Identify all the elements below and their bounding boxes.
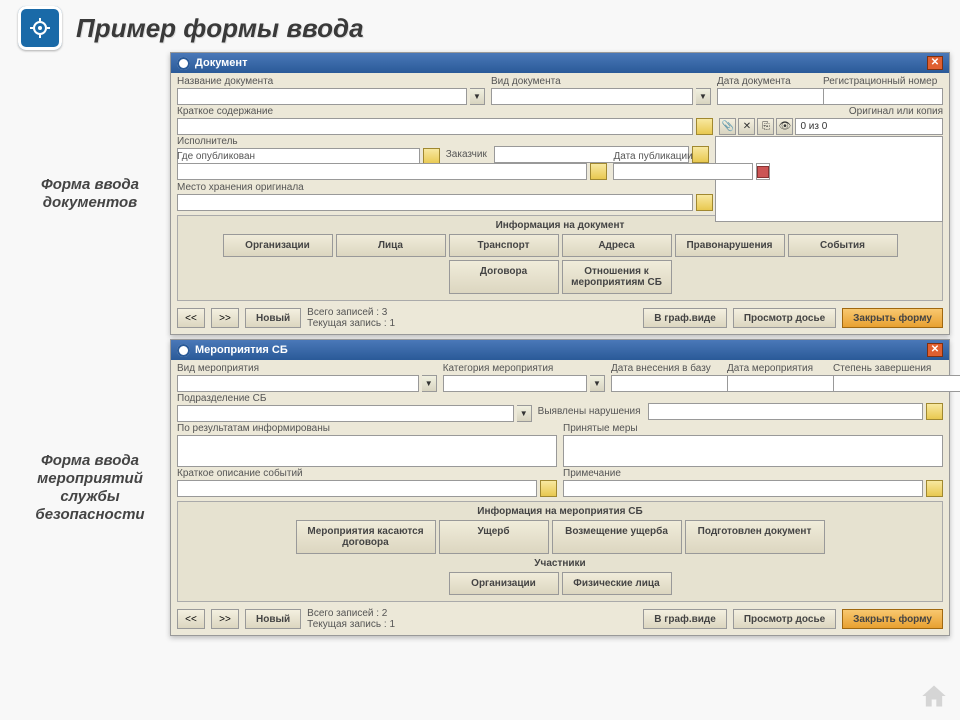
window-title: Мероприятия СБ [195, 344, 288, 356]
view-icon[interactable]: 👁 [776, 118, 793, 135]
new-button[interactable]: Новый [245, 609, 301, 629]
label-pub-date: Дата публикации [613, 151, 713, 163]
close-form-button[interactable]: Закрыть форму [842, 308, 943, 328]
copy-icon[interactable]: ⎘ [757, 118, 774, 135]
label-doc-name: Название документа [177, 76, 485, 88]
label-evt-date: Дата мероприятия [727, 363, 827, 375]
page-title: Пример формы ввода [76, 13, 364, 44]
dossier-button[interactable]: Просмотр досье [733, 308, 836, 328]
dossier-button[interactable]: Просмотр досье [733, 609, 836, 629]
info-group: Информация на документ Организации Лица … [177, 215, 943, 301]
home-icon [920, 682, 948, 710]
label-completion: Степень завершения [833, 363, 943, 375]
label-summary: Краткое содержание [177, 106, 713, 118]
next-button[interactable]: >> [211, 609, 239, 629]
desc-input[interactable] [177, 480, 537, 497]
group-title: Информация на мероприятия СБ [184, 506, 936, 517]
label-note: Примечание [563, 468, 943, 480]
window-icon [177, 57, 190, 70]
doc-type-input[interactable] [491, 88, 693, 105]
tab-prepared-doc[interactable]: Подготовлен документ [685, 520, 825, 554]
evt-cat-input[interactable] [443, 375, 587, 392]
label-measures: Принятые меры [563, 423, 943, 435]
label-doc-type: Вид документа [491, 76, 711, 88]
graph-view-button[interactable]: В граф.виде [643, 308, 727, 328]
prev-button[interactable]: << [177, 609, 205, 629]
completion-input[interactable] [833, 375, 960, 392]
label-storage: Место хранения оригинала [177, 182, 713, 194]
window-events: Мероприятия СБ ✕ Вид мероприятия ▼ Катег… [170, 339, 950, 636]
side-label-documents: Форма ввода документов [10, 176, 170, 212]
app-logo-icon [18, 6, 62, 50]
tab-transport[interactable]: Транспорт [449, 234, 559, 257]
window-title: Документ [195, 57, 247, 69]
measures-textarea[interactable] [563, 435, 943, 467]
storage-input[interactable] [177, 194, 693, 211]
tab-compensation[interactable]: Возмещение ущерба [552, 520, 682, 554]
graph-view-button[interactable]: В граф.виде [643, 609, 727, 629]
tab-org[interactable]: Организации [223, 234, 333, 257]
label-desc: Краткое описание событий [177, 468, 557, 480]
label-dept: Подразделение СБ [177, 393, 532, 405]
pick-icon[interactable] [926, 403, 943, 420]
tab-natural-persons[interactable]: Физические лица [562, 572, 672, 595]
informed-textarea[interactable] [177, 435, 557, 467]
note-input[interactable] [563, 480, 923, 497]
tab-relations[interactable]: Отношения к мероприятиям СБ [562, 260, 672, 294]
record-stats: Всего записей : 3Текущая запись : 1 [307, 307, 395, 329]
label-date-base: Дата внесения в базу [611, 363, 721, 375]
label-evt-cat: Категория мероприятия [443, 363, 605, 375]
delete-icon[interactable]: ✕ [738, 118, 755, 135]
side-label-events: Форма ввода мероприятий службы безопасно… [10, 452, 170, 524]
new-button[interactable]: Новый [245, 308, 301, 328]
label-informed: По результатам информированы [177, 423, 557, 435]
label-doc-date: Дата документа [717, 76, 817, 88]
pick-icon[interactable] [926, 480, 943, 497]
pick-icon[interactable] [696, 118, 713, 135]
window-icon [177, 344, 190, 357]
published-input[interactable] [177, 163, 587, 180]
label-published: Где опубликован [177, 151, 607, 163]
record-stats: Всего записей : 2Текущая запись : 1 [307, 608, 395, 630]
close-form-button[interactable]: Закрыть форму [842, 609, 943, 629]
label-evt-type: Вид мероприятия [177, 363, 437, 375]
group-title-2: Участники [184, 558, 936, 569]
tab-addresses[interactable]: Адреса [562, 234, 672, 257]
doc-type-dropdown[interactable]: ▼ [696, 88, 711, 105]
summary-input[interactable] [177, 118, 693, 135]
tab-persons[interactable]: Лица [336, 234, 446, 257]
tab-contracts[interactable]: Договора [449, 260, 559, 294]
label-violations: Выявлены нарушения [538, 406, 641, 418]
violations-input[interactable] [648, 403, 923, 420]
dropdown-icon[interactable]: ▼ [590, 375, 605, 392]
tab-offences[interactable]: Правонарушения [675, 234, 785, 257]
tab-org2[interactable]: Организации [449, 572, 559, 595]
dropdown-icon[interactable]: ▼ [517, 405, 532, 422]
pick-icon[interactable] [696, 194, 713, 211]
tab-damage[interactable]: Ущерб [439, 520, 549, 554]
label-orig-copy: Оригинал или копия [719, 106, 943, 118]
close-icon[interactable]: ✕ [927, 56, 943, 70]
dept-input[interactable] [177, 405, 514, 422]
pick-icon[interactable] [540, 480, 557, 497]
tab-events[interactable]: События [788, 234, 898, 257]
doc-name-input[interactable] [177, 88, 467, 105]
label-executor: Исполнитель [177, 136, 440, 148]
label-reg-no: Регистрационный номер [823, 76, 943, 88]
evt-type-input[interactable] [177, 375, 419, 392]
doc-name-dropdown[interactable]: ▼ [470, 88, 485, 105]
info-group-events: Информация на мероприятия СБ Мероприятия… [177, 501, 943, 602]
reg-no-input[interactable] [823, 88, 943, 105]
attach-icon[interactable]: 📎 [719, 118, 736, 135]
pick-icon[interactable] [590, 163, 607, 180]
counter-display: 0 из 0 [795, 118, 943, 135]
tab-contract[interactable]: Мероприятия касаются договора [296, 520, 436, 554]
next-button[interactable]: >> [211, 308, 239, 328]
prev-button[interactable]: << [177, 308, 205, 328]
window-document: Документ ✕ Название документа ▼ Вид доку… [170, 52, 950, 335]
close-icon[interactable]: ✕ [927, 343, 943, 357]
dropdown-icon[interactable]: ▼ [422, 375, 437, 392]
